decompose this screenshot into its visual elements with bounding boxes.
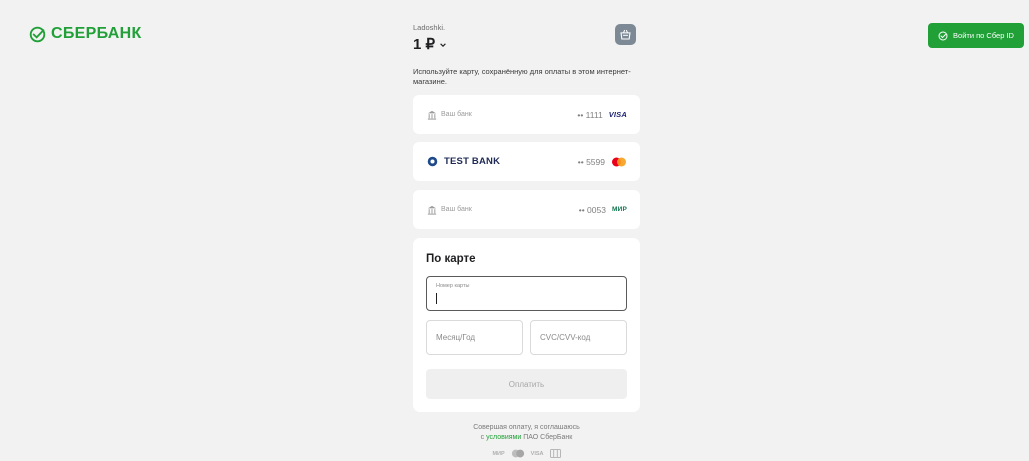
sber-id-label: Войти по Сбер ID: [953, 31, 1014, 40]
mir-footer-logo: МИР: [492, 450, 505, 457]
terms-suffix: ПАО СберБанк: [523, 434, 573, 441]
sberbank-logo[interactable]: СБЕРБАНК: [29, 25, 142, 43]
visa-logo: VISA: [608, 110, 627, 119]
pay-button[interactable]: Оплатить: [426, 369, 627, 399]
test-bank-logo-icon: [427, 156, 438, 167]
amount-value: 1 ₽: [413, 36, 436, 53]
sber-id-login-button[interactable]: Войти по Сбер ID: [928, 23, 1024, 48]
cvc-field[interactable]: CVC/CVV-код: [530, 320, 627, 355]
amount-toggle[interactable]: 1 ₽: [413, 35, 447, 53]
card-number-field[interactable]: Номер карты: [426, 276, 627, 311]
text-caret: [436, 293, 437, 304]
terms-prefix: с: [480, 434, 485, 441]
visa-footer-logo: VISA: [530, 450, 544, 457]
card-mask: •• 5599: [577, 156, 605, 167]
mastercard-footer-icon: [511, 449, 524, 458]
bank-building-icon: [427, 205, 437, 215]
sber-logo-icon: [29, 26, 46, 42]
card-mask: •• 0053: [578, 204, 606, 215]
terms-line-2: с условиями ПАО СберБанк: [413, 433, 640, 443]
bank-name: Ваш банк: [441, 111, 472, 118]
cvc-placeholder: CVC/CVV-код: [540, 333, 591, 342]
bank-name: TEST BANK: [444, 156, 501, 167]
terms-line-1: Совершая оплату, я соглашаюсь: [473, 424, 580, 431]
form-title: По карте: [426, 253, 476, 265]
terms-agreement: Совершая оплату, я соглашаюсь с условиям…: [413, 423, 640, 443]
bank-name: Ваш банк: [441, 206, 472, 213]
saved-card-visa[interactable]: Ваш банк •• 1111 VISA: [413, 95, 640, 134]
terms-link[interactable]: условиями: [486, 434, 521, 441]
merchant-name: Ladoshki.: [413, 23, 446, 32]
sber-id-icon: [938, 31, 948, 40]
saved-card-mir[interactable]: Ваш банк •• 0053 МИР: [413, 190, 640, 229]
chevron-down-icon: [440, 43, 446, 47]
saved-card-mastercard[interactable]: TEST BANK •• 5599: [413, 142, 640, 181]
logo-text: СБЕРБАНК: [51, 25, 142, 42]
card-number-label: Номер карты: [436, 283, 470, 289]
expiry-field[interactable]: Месяц/Год: [426, 320, 523, 355]
payment-systems: МИР VISA: [413, 449, 640, 458]
saved-card-hint: Используйте карту, сохранённую для оплат…: [413, 67, 631, 86]
mir-logo: МИР: [611, 206, 627, 213]
card-mask: •• 1111: [577, 109, 603, 120]
expiry-placeholder: Месяц/Год: [436, 333, 476, 342]
card-footer-icon: [549, 449, 561, 458]
basket-button[interactable]: [615, 24, 636, 45]
card-payment-form: По карте Номер карты Месяц/Год CVC/CVV-к…: [413, 238, 640, 412]
bank-building-icon: [427, 110, 437, 120]
mastercard-logo-icon: [611, 157, 627, 167]
basket-icon: [620, 29, 631, 40]
